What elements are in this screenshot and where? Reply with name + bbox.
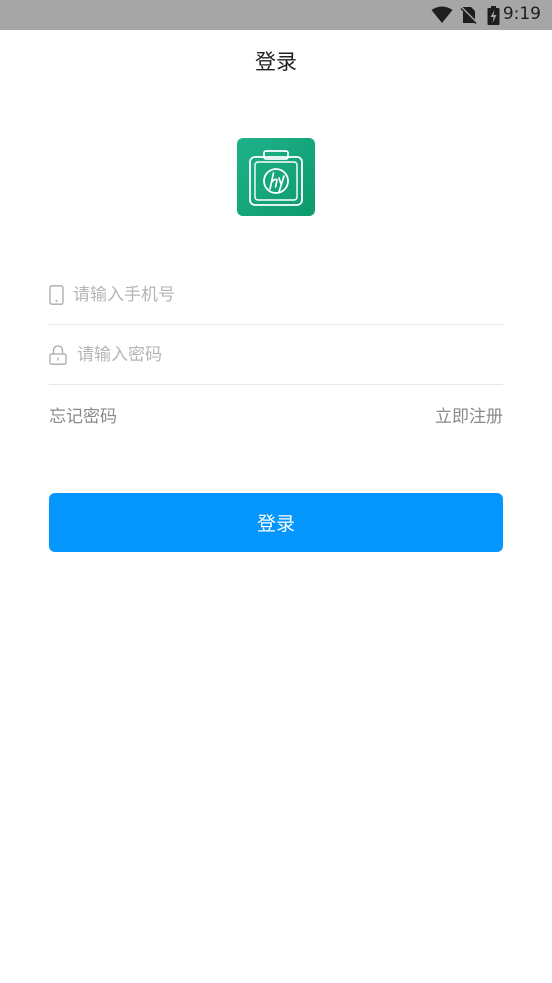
phone-input[interactable]	[73, 275, 493, 315]
password-input[interactable]	[77, 335, 497, 375]
phone-field	[49, 265, 503, 325]
register-link[interactable]: 立即注册	[435, 402, 503, 427]
page-title: 登录	[255, 50, 297, 74]
form-links: 忘记密码 立即注册	[49, 402, 503, 427]
battery-charging-icon	[487, 6, 500, 25]
login-button[interactable]: 登录	[49, 493, 503, 552]
status-bar: 9:19	[0, 0, 552, 30]
forgot-password-link[interactable]: 忘记密码	[49, 402, 117, 427]
phone-icon	[49, 285, 64, 305]
app-logo	[237, 138, 315, 216]
lock-icon	[49, 345, 67, 365]
briefcase-logo-icon	[249, 150, 303, 206]
password-field	[49, 325, 503, 385]
status-time: 9:19	[502, 4, 541, 24]
no-sim-icon	[460, 6, 478, 24]
wifi-icon	[431, 6, 453, 23]
